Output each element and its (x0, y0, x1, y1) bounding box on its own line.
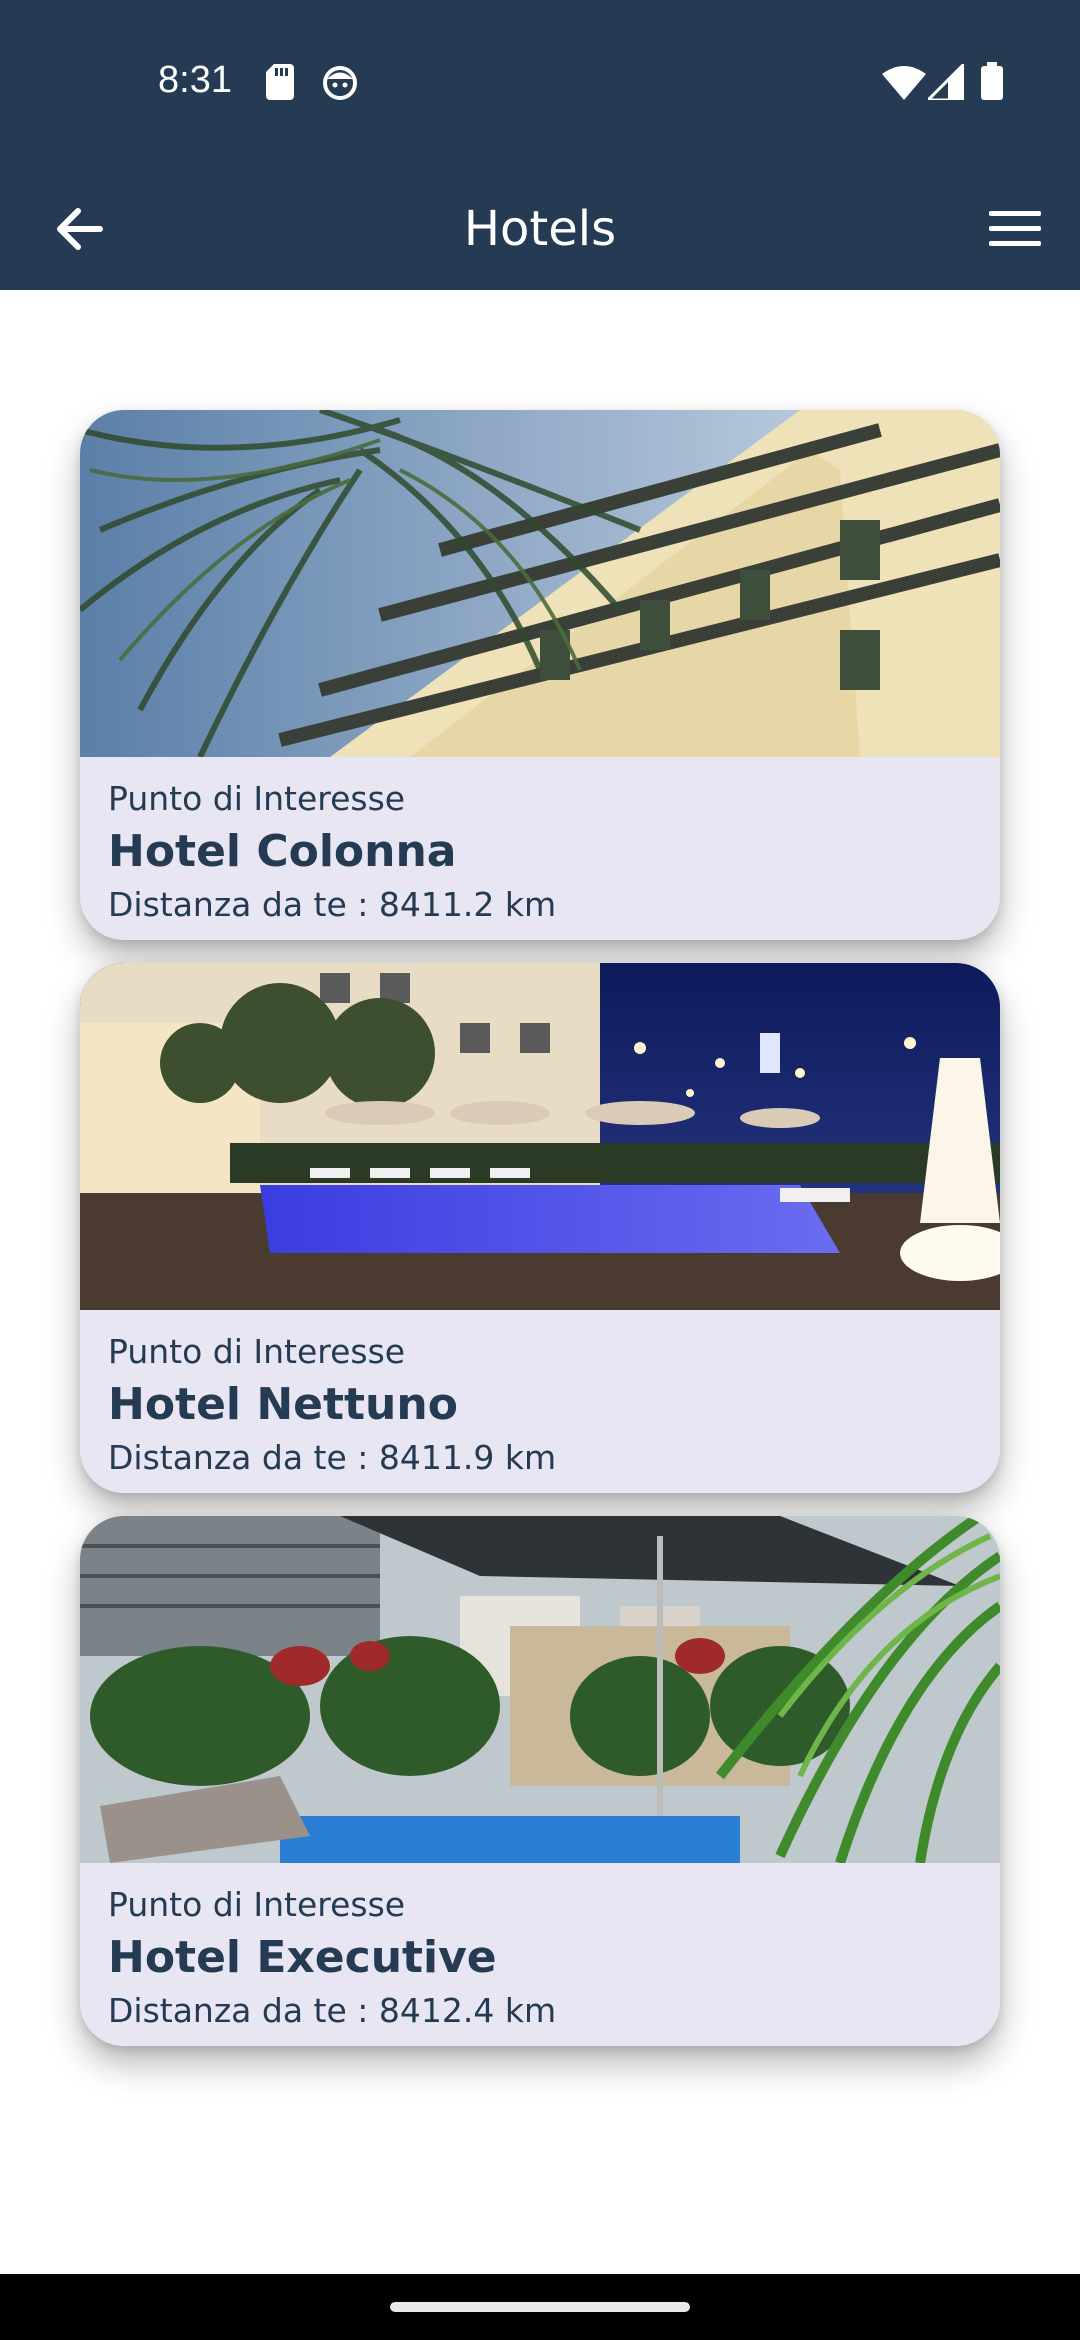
wifi-icon (882, 66, 926, 100)
hotel-card-body: Punto di Interesse Hotel Nettuno Distanz… (80, 1310, 1000, 1493)
hotel-distance: Distanza da te : 8411.9 km (108, 1438, 557, 1477)
face-icon (323, 66, 357, 100)
status-bar: 8:31 (0, 0, 1080, 168)
system-navigation-bar (0, 2274, 1080, 2340)
page-title: Hotels (463, 201, 617, 257)
hotel-card[interactable]: Punto di Interesse Hotel Nettuno Distanz… (80, 963, 1000, 1493)
signal-icon (928, 64, 964, 100)
home-indicator[interactable] (390, 2302, 690, 2312)
hotel-building-palm-photo (80, 410, 1000, 757)
status-time: 8:31 (158, 59, 232, 101)
hotel-card-body: Punto di Interesse Hotel Executive Dista… (80, 1863, 1000, 2046)
hotel-name: Hotel Nettuno (108, 1379, 458, 1430)
hotel-type-label: Punto di Interesse (108, 1332, 406, 1371)
back-button[interactable] (40, 190, 118, 268)
battery-icon (981, 62, 1003, 100)
hotel-pool-night-photo (80, 963, 1000, 1310)
hotel-type-label: Punto di Interesse (108, 1885, 406, 1924)
hotel-card-body: Punto di Interesse Hotel Colonna Distanz… (80, 757, 1000, 940)
hotel-pool-umbrella-photo (80, 1516, 1000, 1863)
hotel-type-label: Punto di Interesse (108, 779, 406, 818)
hotel-distance: Distanza da te : 8412.4 km (108, 1991, 557, 2030)
menu-button[interactable] (976, 190, 1054, 268)
arrow-left-icon (57, 208, 103, 250)
hotel-card[interactable]: Punto di Interesse Hotel Colonna Distanz… (80, 410, 1000, 940)
hotel-name: Hotel Colonna (108, 826, 457, 877)
hamburger-menu-icon (989, 211, 1041, 246)
sd-card-icon (266, 64, 294, 100)
hotel-name: Hotel Executive (108, 1932, 497, 1983)
hotel-distance: Distanza da te : 8411.2 km (108, 885, 557, 924)
hotel-card[interactable]: Punto di Interesse Hotel Executive Dista… (80, 1516, 1000, 2046)
app-bar: Hotels (0, 168, 1080, 290)
